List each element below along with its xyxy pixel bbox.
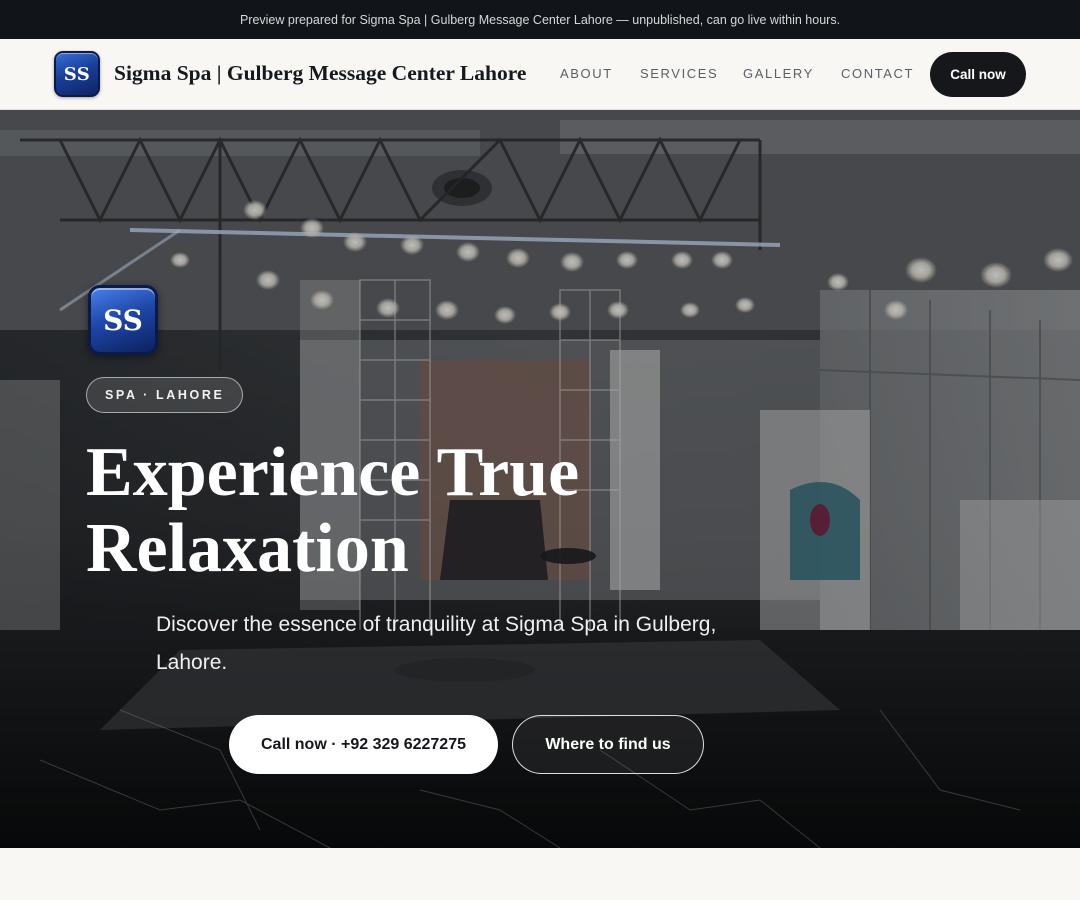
nav-link-services[interactable]: SERVICES <box>640 66 718 81</box>
logo-badge[interactable]: SS <box>54 51 100 97</box>
logo-initials: SS <box>63 63 91 85</box>
preview-banner: Preview prepared for Sigma Spa | Gulberg… <box>0 0 1080 39</box>
hero-heading-line-2: Relaxation <box>86 510 409 587</box>
category-tag: SPA · LAHORE <box>86 377 244 413</box>
site-header: SS Sigma Spa | Gulberg Message Center La… <box>0 39 1080 110</box>
hero-subtitle: Discover the essence of tranquility at S… <box>156 613 717 674</box>
hero-logo-badge: SS <box>88 285 158 355</box>
find-us-button[interactable]: Where to find us <box>512 715 704 774</box>
hero-section: SS SPA · LAHORE Experience True Relaxati… <box>0 110 1080 848</box>
nav-link-about[interactable]: ABOUT <box>560 66 613 81</box>
next-section <box>0 848 1080 900</box>
nav-link-contact[interactable]: CONTACT <box>841 66 914 81</box>
hero-heading: Experience True Relaxation <box>86 435 726 587</box>
hero-logo-initials: SS <box>103 303 143 337</box>
hero-heading-line-1: Experience True <box>86 434 580 511</box>
nav-link-gallery[interactable]: GALLERY <box>743 66 814 81</box>
preview-banner-text: Preview prepared for Sigma Spa | Gulberg… <box>239 12 841 27</box>
call-now-button[interactable]: Call now <box>930 52 1026 97</box>
site-title[interactable]: Sigma Spa | Gulberg Message Center Lahor… <box>114 61 526 86</box>
call-phone-button[interactable]: Call now · +92 329 6227275 <box>229 715 498 774</box>
